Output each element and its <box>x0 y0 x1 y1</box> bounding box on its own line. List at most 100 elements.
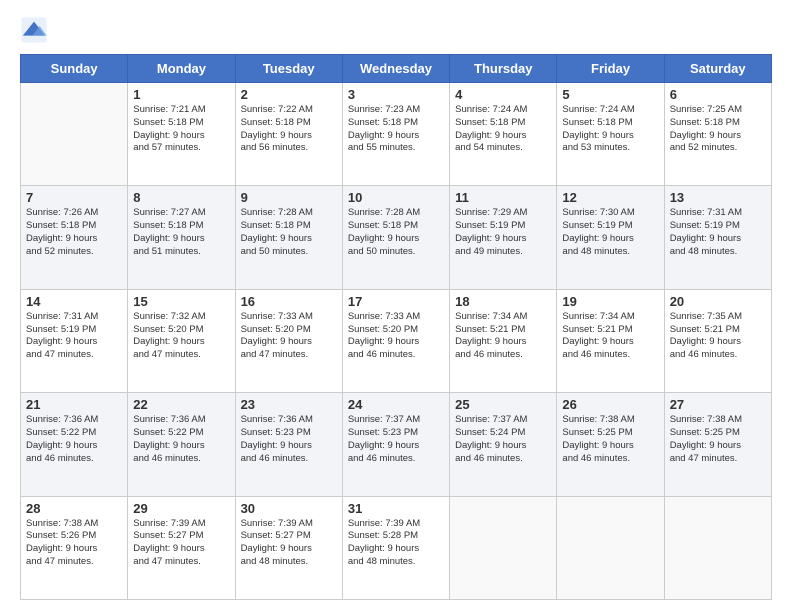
calendar-cell: 1 Sunrise: 7:21 AM Sunset: 5:18 PM Daylig… <box>128 83 235 186</box>
logo-icon <box>20 16 48 44</box>
day-number: 8 <box>133 190 229 205</box>
day-number: 5 <box>562 87 658 102</box>
calendar-cell: 8 Sunrise: 7:27 AM Sunset: 5:18 PM Daylig… <box>128 186 235 289</box>
weekday-tuesday: Tuesday <box>235 55 342 83</box>
calendar-cell: 18Sunrise: 7:34 AM Sunset: 5:21 PM Dayli… <box>450 289 557 392</box>
calendar-cell: 10 Sunrise: 7:28 AM Sunset: 5:18 PM Dayli… <box>342 186 449 289</box>
calendar-cell: 31 Sunrise: 7:39 AM Sunset: 5:28 PM Dayli… <box>342 496 449 599</box>
day-number: 16 <box>241 294 337 309</box>
day-info: Sunrise: 7:37 AM Sunset: 5:24 PM Dayligh… <box>455 414 551 465</box>
day-info: Sunrise: 7:37 AM Sunset: 5:23 PM Dayligh… <box>348 414 444 465</box>
calendar-cell: 9Sunrise: 7:28 AM Sunset: 5:18 PM Daylig… <box>235 186 342 289</box>
calendar-cell: 15 Sunrise: 7:32 AM Sunset: 5:20 PM Dayli… <box>128 289 235 392</box>
calendar-table: SundayMondayTuesdayWednesdayThursdayFrid… <box>20 54 772 600</box>
day-number: 27 <box>670 397 766 412</box>
calendar-cell: 16 Sunrise: 7:33 AM Sunset: 5:20 PM Dayli… <box>235 289 342 392</box>
day-info: Sunrise: 7:38 AM Sunset: 5:26 PM Dayligh… <box>26 518 122 569</box>
day-info: Sunrise: 7:32 AM Sunset: 5:20 PM Dayligh… <box>133 311 229 362</box>
week-row-0: 1 Sunrise: 7:21 AM Sunset: 5:18 PM Daylig… <box>21 83 772 186</box>
weekday-thursday: Thursday <box>450 55 557 83</box>
day-number: 24 <box>348 397 444 412</box>
day-info: Sunrise: 7:33 AM Sunset: 5:20 PM Dayligh… <box>348 311 444 362</box>
day-info: Sunrise: 7:25 AM Sunset: 5:18 PM Dayligh… <box>670 104 766 155</box>
week-row-3: 21 Sunrise: 7:36 AM Sunset: 5:22 PM Dayli… <box>21 393 772 496</box>
day-number: 6 <box>670 87 766 102</box>
day-info: Sunrise: 7:29 AM Sunset: 5:19 PM Dayligh… <box>455 207 551 258</box>
calendar-cell: 27 Sunrise: 7:38 AM Sunset: 5:25 PM Dayli… <box>664 393 771 496</box>
weekday-friday: Friday <box>557 55 664 83</box>
day-info: Sunrise: 7:35 AM Sunset: 5:21 PM Dayligh… <box>670 311 766 362</box>
day-info: Sunrise: 7:26 AM Sunset: 5:18 PM Dayligh… <box>26 207 122 258</box>
day-info: Sunrise: 7:34 AM Sunset: 5:21 PM Dayligh… <box>562 311 658 362</box>
calendar-cell: 21Sunrise: 7:36 AM Sunset: 5:22 PM Dayli… <box>21 393 128 496</box>
day-number: 2 <box>241 87 337 102</box>
day-info: Sunrise: 7:27 AM Sunset: 5:18 PM Dayligh… <box>133 207 229 258</box>
day-info: Sunrise: 7:31 AM Sunset: 5:19 PM Dayligh… <box>670 207 766 258</box>
header <box>20 16 772 44</box>
day-number: 28 <box>26 501 122 516</box>
week-row-1: 7 Sunrise: 7:26 AM Sunset: 5:18 PM Daylig… <box>21 186 772 289</box>
day-number: 7 <box>26 190 122 205</box>
calendar-cell <box>557 496 664 599</box>
weekday-header-row: SundayMondayTuesdayWednesdayThursdayFrid… <box>21 55 772 83</box>
calendar-cell: 17 Sunrise: 7:33 AM Sunset: 5:20 PM Dayli… <box>342 289 449 392</box>
day-number: 13 <box>670 190 766 205</box>
day-number: 25 <box>455 397 551 412</box>
weekday-saturday: Saturday <box>664 55 771 83</box>
day-number: 11 <box>455 190 551 205</box>
day-number: 26 <box>562 397 658 412</box>
day-number: 20 <box>670 294 766 309</box>
day-number: 31 <box>348 501 444 516</box>
day-number: 30 <box>241 501 337 516</box>
day-number: 10 <box>348 190 444 205</box>
day-number: 9 <box>241 190 337 205</box>
day-info: Sunrise: 7:21 AM Sunset: 5:18 PM Dayligh… <box>133 104 229 155</box>
day-number: 3 <box>348 87 444 102</box>
day-info: Sunrise: 7:28 AM Sunset: 5:18 PM Dayligh… <box>348 207 444 258</box>
weekday-sunday: Sunday <box>21 55 128 83</box>
calendar-cell: 19Sunrise: 7:34 AM Sunset: 5:21 PM Dayli… <box>557 289 664 392</box>
day-info: Sunrise: 7:24 AM Sunset: 5:18 PM Dayligh… <box>562 104 658 155</box>
calendar-cell: 30 Sunrise: 7:39 AM Sunset: 5:27 PM Dayli… <box>235 496 342 599</box>
day-info: Sunrise: 7:24 AM Sunset: 5:18 PM Dayligh… <box>455 104 551 155</box>
day-info: Sunrise: 7:38 AM Sunset: 5:25 PM Dayligh… <box>562 414 658 465</box>
day-info: Sunrise: 7:36 AM Sunset: 5:22 PM Dayligh… <box>133 414 229 465</box>
calendar-cell: 11 Sunrise: 7:29 AM Sunset: 5:19 PM Dayli… <box>450 186 557 289</box>
calendar-cell: 26 Sunrise: 7:38 AM Sunset: 5:25 PM Dayli… <box>557 393 664 496</box>
calendar-cell: 6 Sunrise: 7:25 AM Sunset: 5:18 PM Daylig… <box>664 83 771 186</box>
calendar-cell: 13 Sunrise: 7:31 AM Sunset: 5:19 PM Dayli… <box>664 186 771 289</box>
day-number: 21 <box>26 397 122 412</box>
calendar-cell: 24 Sunrise: 7:37 AM Sunset: 5:23 PM Dayli… <box>342 393 449 496</box>
calendar-cell: 28 Sunrise: 7:38 AM Sunset: 5:26 PM Dayli… <box>21 496 128 599</box>
day-info: Sunrise: 7:39 AM Sunset: 5:27 PM Dayligh… <box>241 518 337 569</box>
day-info: Sunrise: 7:23 AM Sunset: 5:18 PM Dayligh… <box>348 104 444 155</box>
day-info: Sunrise: 7:33 AM Sunset: 5:20 PM Dayligh… <box>241 311 337 362</box>
calendar-cell: 5 Sunrise: 7:24 AM Sunset: 5:18 PM Daylig… <box>557 83 664 186</box>
calendar-cell: 7 Sunrise: 7:26 AM Sunset: 5:18 PM Daylig… <box>21 186 128 289</box>
day-info: Sunrise: 7:38 AM Sunset: 5:25 PM Dayligh… <box>670 414 766 465</box>
day-number: 4 <box>455 87 551 102</box>
logo <box>20 16 52 44</box>
day-info: Sunrise: 7:36 AM Sunset: 5:23 PM Dayligh… <box>241 414 337 465</box>
calendar-cell <box>664 496 771 599</box>
day-info: Sunrise: 7:31 AM Sunset: 5:19 PM Dayligh… <box>26 311 122 362</box>
day-info: Sunrise: 7:30 AM Sunset: 5:19 PM Dayligh… <box>562 207 658 258</box>
calendar-cell: 22 Sunrise: 7:36 AM Sunset: 5:22 PM Dayli… <box>128 393 235 496</box>
day-info: Sunrise: 7:39 AM Sunset: 5:28 PM Dayligh… <box>348 518 444 569</box>
day-info: Sunrise: 7:34 AM Sunset: 5:21 PM Dayligh… <box>455 311 551 362</box>
day-number: 17 <box>348 294 444 309</box>
calendar-cell: 4 Sunrise: 7:24 AM Sunset: 5:18 PM Daylig… <box>450 83 557 186</box>
weekday-monday: Monday <box>128 55 235 83</box>
week-row-2: 14Sunrise: 7:31 AM Sunset: 5:19 PM Dayli… <box>21 289 772 392</box>
day-number: 1 <box>133 87 229 102</box>
calendar-cell: 29Sunrise: 7:39 AM Sunset: 5:27 PM Dayli… <box>128 496 235 599</box>
day-number: 22 <box>133 397 229 412</box>
day-info: Sunrise: 7:22 AM Sunset: 5:18 PM Dayligh… <box>241 104 337 155</box>
day-number: 23 <box>241 397 337 412</box>
page: SundayMondayTuesdayWednesdayThursdayFrid… <box>0 0 792 612</box>
calendar-cell: 2 Sunrise: 7:22 AM Sunset: 5:18 PM Daylig… <box>235 83 342 186</box>
day-number: 15 <box>133 294 229 309</box>
day-info: Sunrise: 7:39 AM Sunset: 5:27 PM Dayligh… <box>133 518 229 569</box>
week-row-4: 28 Sunrise: 7:38 AM Sunset: 5:26 PM Dayli… <box>21 496 772 599</box>
day-number: 12 <box>562 190 658 205</box>
